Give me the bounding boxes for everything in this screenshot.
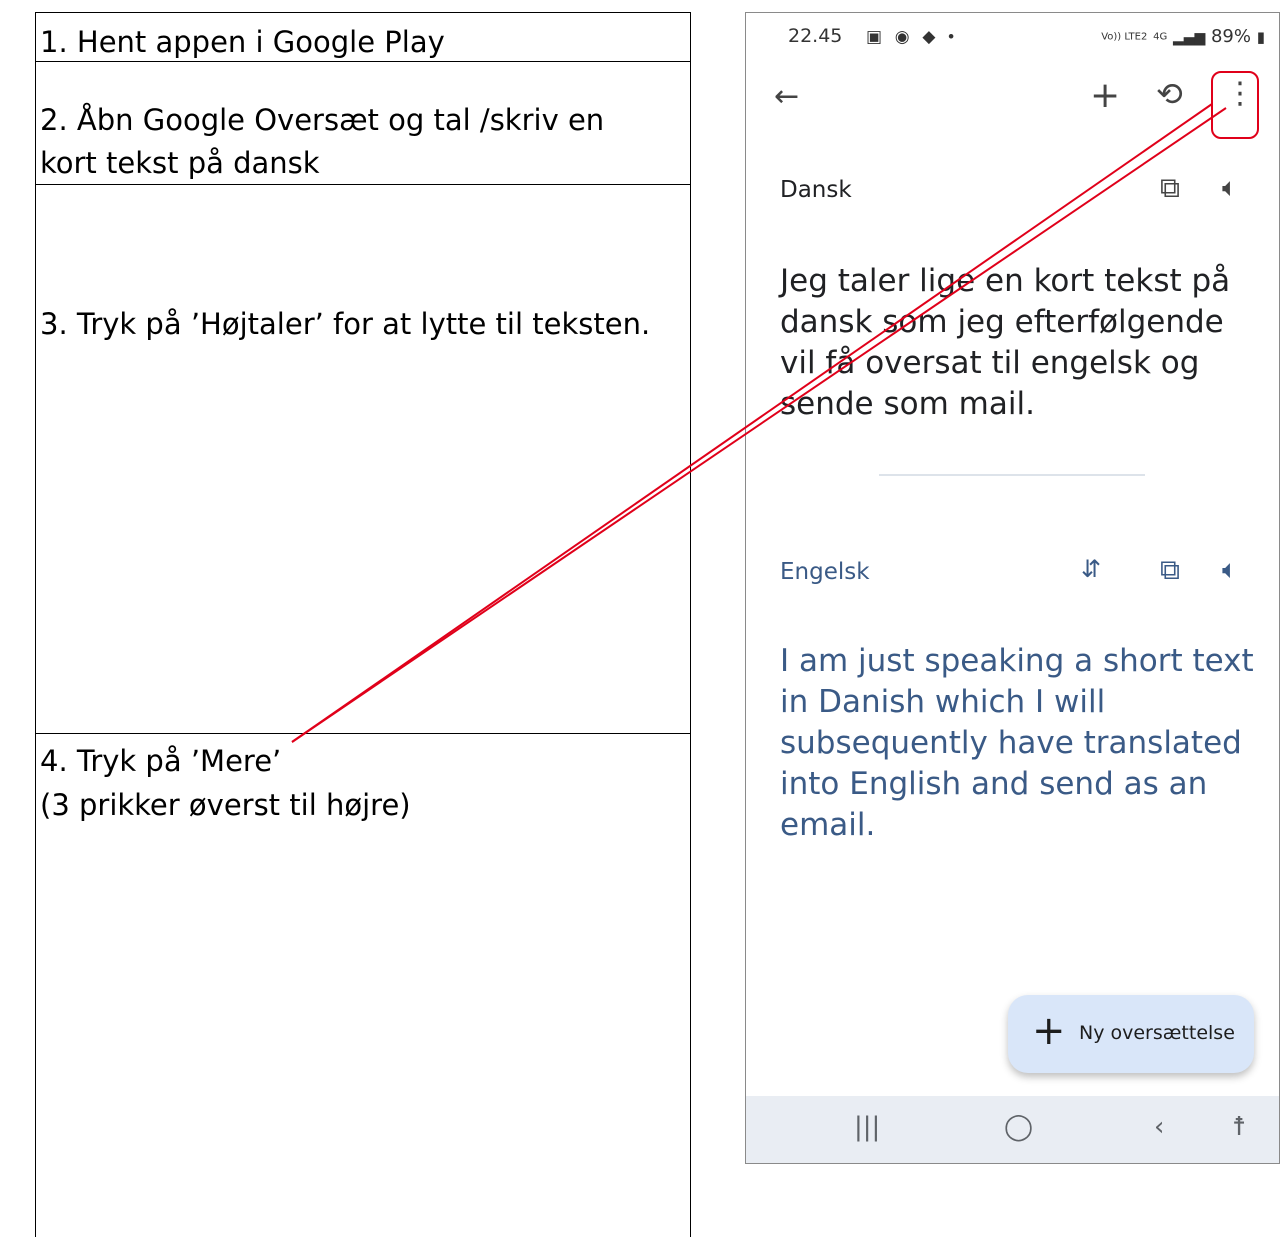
- pointer-annotation: [291, 103, 1227, 743]
- pointer-line-2: [291, 107, 1227, 743]
- pointer-line-1: [291, 103, 1213, 743]
